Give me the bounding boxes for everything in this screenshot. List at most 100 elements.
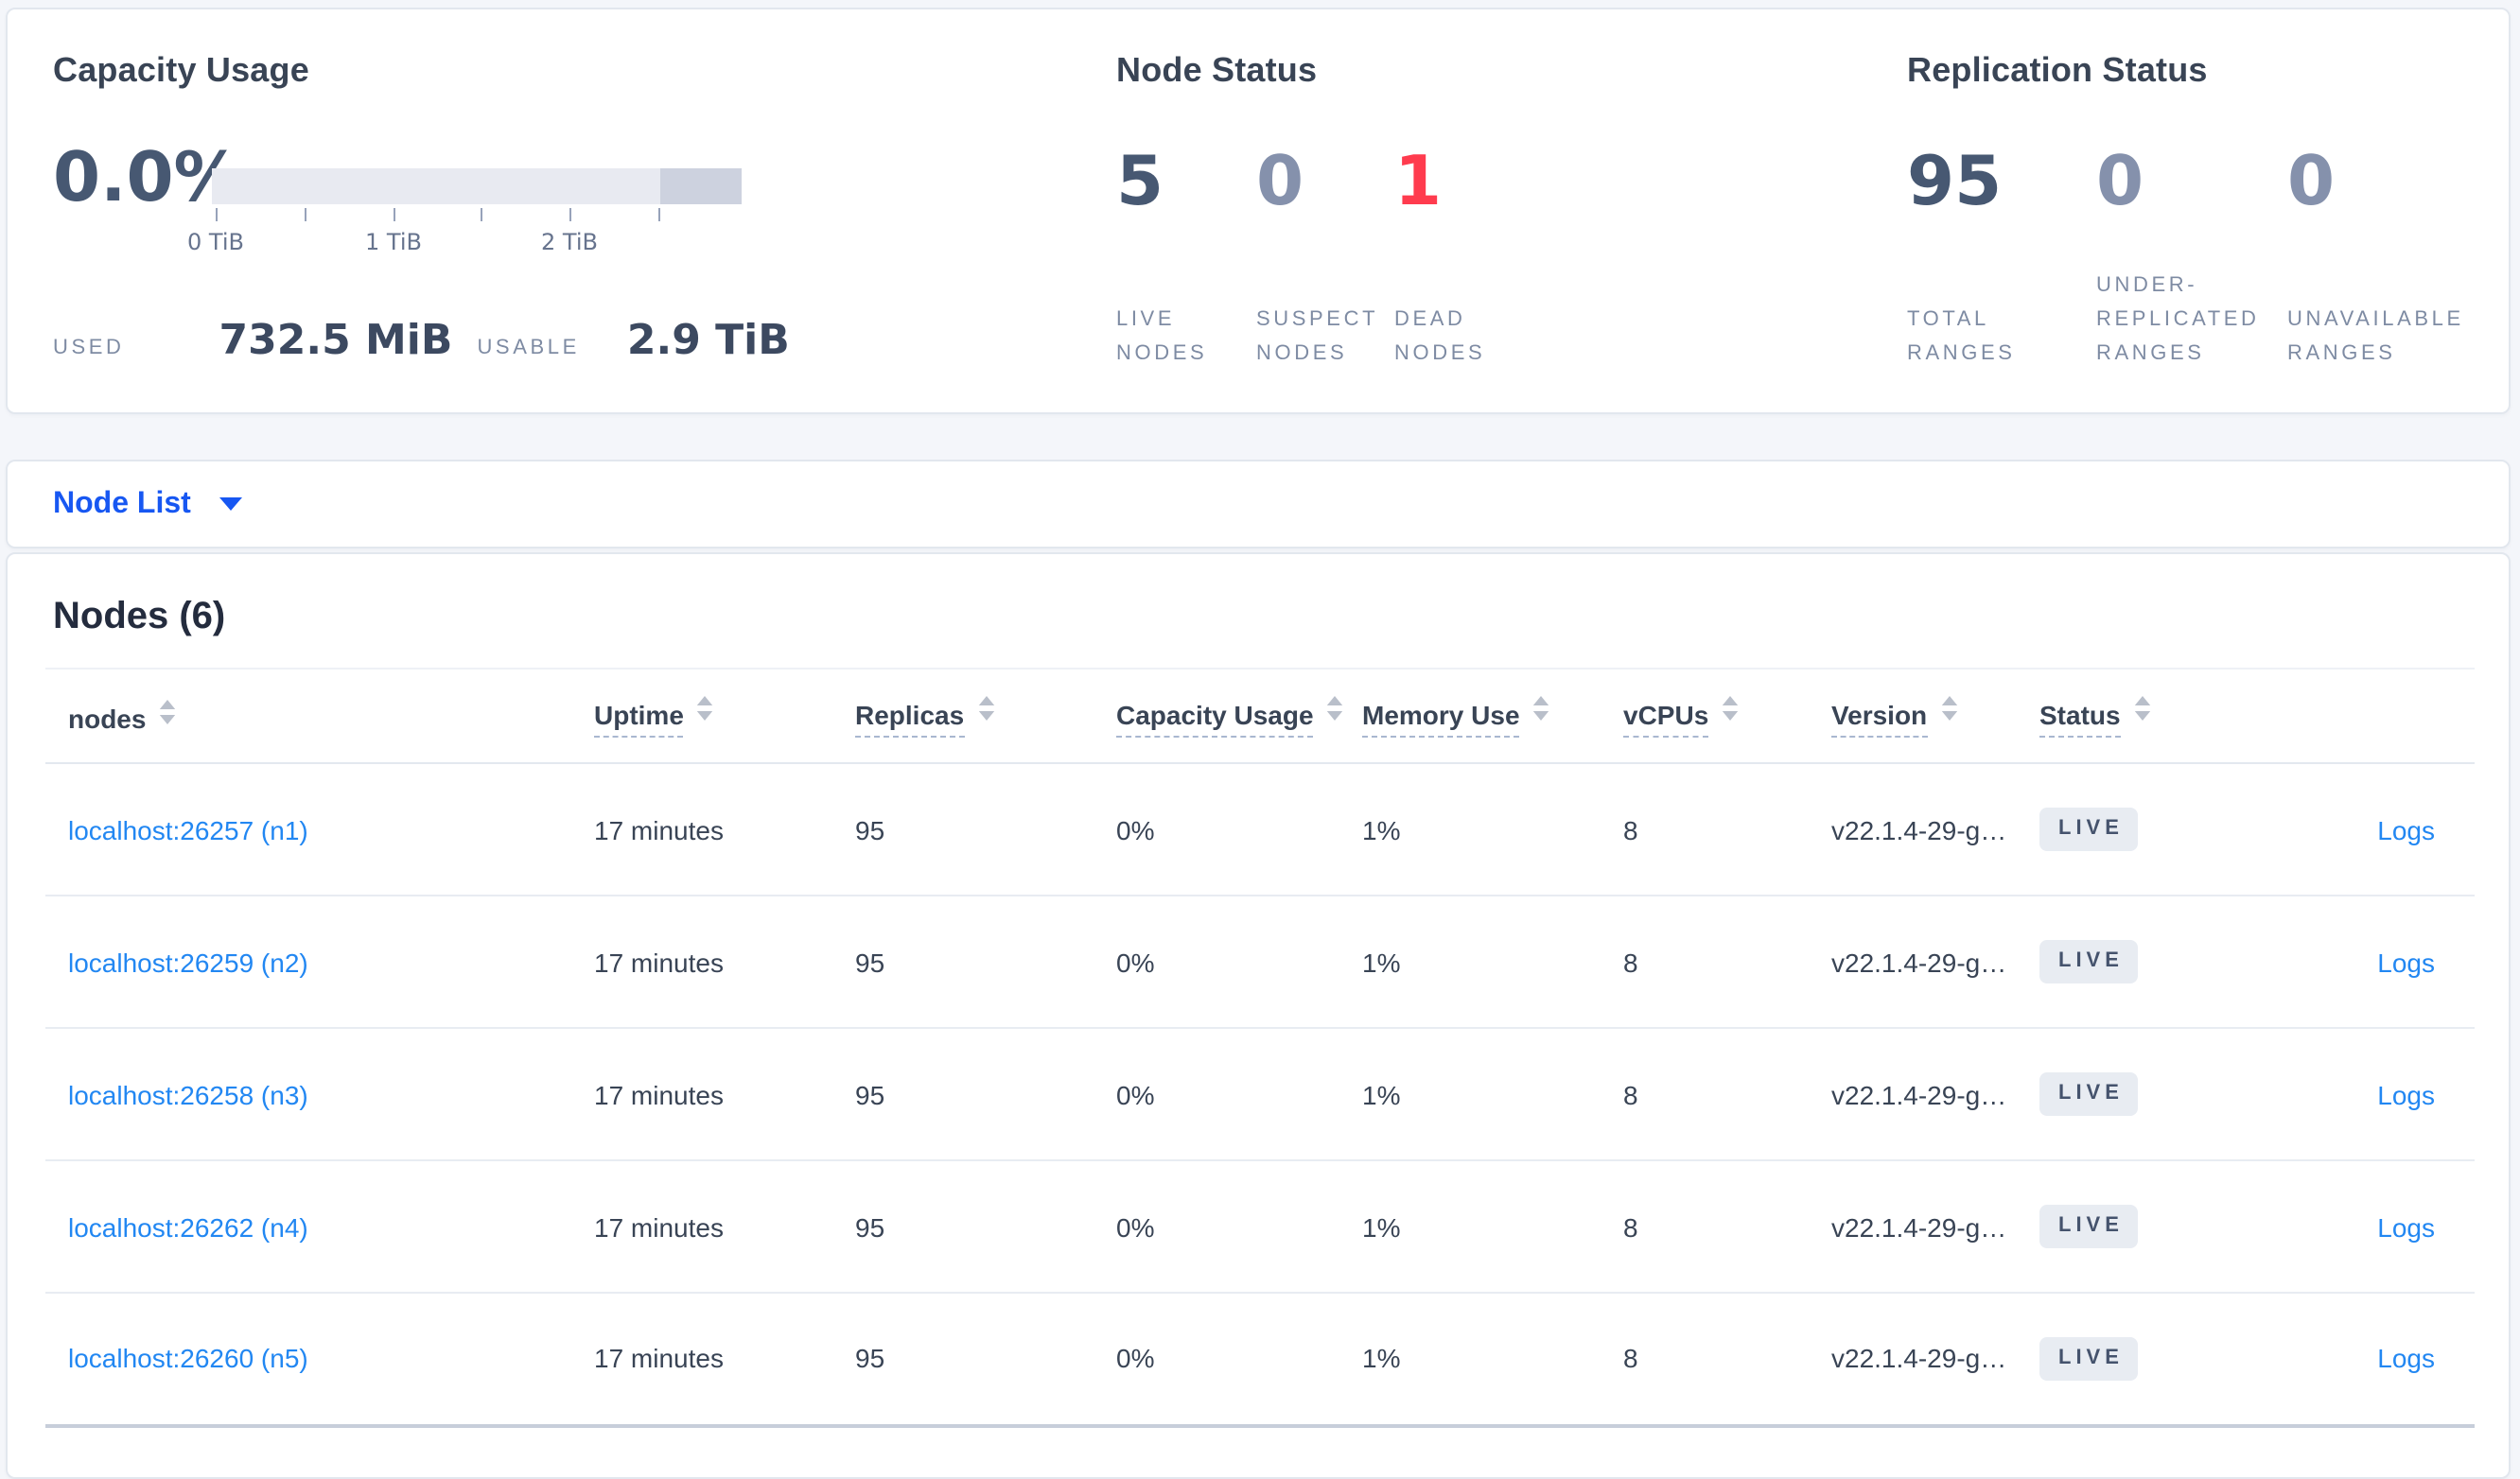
view-selector-dropdown[interactable]: Node List: [6, 460, 2511, 548]
vcpus-cell: 8: [1621, 763, 1829, 896]
node-link[interactable]: localhost:26262 (n4): [68, 1211, 308, 1242]
replicas-cell: 95: [853, 1160, 1114, 1294]
capacity-usage-cell: 0%: [1114, 896, 1360, 1029]
sort-icon: [1327, 695, 1343, 720]
summary-stat: 5 LIVE NODES: [1116, 9, 1252, 412]
memory-use-cell: 1%: [1360, 1293, 1621, 1427]
column-header-label: Status: [2039, 699, 2121, 737]
logs-link[interactable]: Logs: [2377, 947, 2435, 977]
node-link[interactable]: localhost:26260 (n5): [68, 1344, 308, 1374]
status-badge: LIVE: [2039, 1336, 2139, 1381]
chevron-down-icon: [219, 497, 242, 511]
summary-stat: 0 UNDER-REPLICATED RANGES: [2096, 9, 2285, 412]
stat-label: LIVE NODES: [1116, 308, 1208, 365]
capacity-usage-cell: 0%: [1114, 1028, 1360, 1161]
summary-stat: 95 TOTAL RANGES: [1907, 9, 2081, 412]
column-header[interactable]: Capacity Usage: [1114, 668, 1360, 764]
capacity-gauge: 0 TiB 1 TiB 2 TiB: [187, 168, 742, 263]
node-link[interactable]: localhost:26258 (n3): [68, 1079, 308, 1109]
logs-link[interactable]: Logs: [2377, 1344, 2435, 1374]
column-header-label: Replicas: [855, 699, 965, 737]
table-row: localhost:26259 (n2) 17 minutes 95 0% 1%…: [45, 896, 2475, 1029]
gauge-tick: [481, 208, 482, 221]
column-header[interactable]: Uptime: [592, 668, 853, 764]
capacity-usage-cell: 0%: [1114, 1160, 1360, 1294]
stat-value: 0: [2287, 144, 2336, 221]
cluster-overview-page: Capacity Usage 0.0% 0 TiB 1 TiB 2 TiB US…: [0, 0, 2520, 1479]
capacity-usage-section: Capacity Usage 0.0% 0 TiB 1 TiB 2 TiB US…: [53, 9, 848, 412]
column-header[interactable]: Memory Use: [1360, 668, 1621, 764]
usable-value: 2.9 TiB: [626, 318, 790, 365]
stat-value: 0: [1256, 144, 1304, 221]
capacity-usage-cell: 0%: [1114, 1293, 1360, 1427]
gauge-tick: [305, 208, 306, 221]
gauge-tick-label: 1 TiB: [365, 229, 422, 255]
memory-use-cell: 1%: [1360, 763, 1621, 896]
node-link[interactable]: localhost:26259 (n2): [68, 947, 308, 977]
sort-icon: [977, 695, 994, 720]
column-header: [2246, 668, 2475, 764]
uptime-cell: 17 minutes: [592, 1293, 853, 1427]
replication-status-section: Replication Status 95 TOTAL RANGES 0 UND…: [1907, 9, 2512, 412]
summary-stat: 1 DEAD NODES: [1394, 9, 1531, 412]
capacity-gauge-reserved-segment: [660, 168, 742, 204]
uptime-cell: 17 minutes: [592, 1160, 853, 1294]
stat-label: TOTAL RANGES: [1907, 308, 2016, 365]
memory-use-cell: 1%: [1360, 1028, 1621, 1161]
logs-link[interactable]: Logs: [2377, 1079, 2435, 1109]
table-row: localhost:26258 (n3) 17 minutes 95 0% 1%…: [45, 1028, 2475, 1161]
gauge-tick: [658, 208, 660, 221]
status-badge: LIVE: [2039, 940, 2139, 983]
stat-label: UNDER-REPLICATED RANGES: [2096, 274, 2260, 365]
vcpus-cell: 8: [1621, 896, 1829, 1029]
stat-label: SUSPECT NODES: [1256, 308, 1378, 365]
stat-label: UNAVAILABLE RANGES: [2287, 308, 2464, 365]
replicas-cell: 95: [853, 763, 1114, 896]
sort-icon: [1940, 695, 1957, 720]
status-badge: LIVE: [2039, 1072, 2139, 1116]
version-cell: v22.1.4-29-g…: [1829, 1293, 2038, 1427]
summary-panel: Capacity Usage 0.0% 0 TiB 1 TiB 2 TiB US…: [6, 8, 2511, 414]
replicas-cell: 95: [853, 1028, 1114, 1161]
column-header-label: Version: [1831, 699, 1928, 737]
column-header[interactable]: nodes: [45, 668, 592, 764]
stat-value: 5: [1116, 144, 1164, 221]
table-header-row: nodes Uptime Replicas Capacity Usage Mem…: [45, 668, 2475, 764]
gauge-tick: [569, 208, 571, 221]
version-cell: v22.1.4-29-g…: [1829, 1028, 2038, 1161]
gauge-tick-label: 0 TiB: [187, 229, 244, 255]
capacity-used-row: USED 732.5 MiB USABLE 2.9 TiB: [53, 318, 790, 365]
nodes-table: nodes Uptime Replicas Capacity Usage Mem…: [45, 668, 2475, 1427]
stat-value: 0: [2096, 144, 2144, 221]
summary-stat: 0 SUSPECT NODES: [1256, 9, 1400, 412]
stat-label: DEAD NODES: [1394, 308, 1486, 365]
status-badge: LIVE: [2039, 1205, 2139, 1248]
column-header[interactable]: Version: [1829, 668, 2038, 764]
replicas-cell: 95: [853, 896, 1114, 1029]
capacity-usage-cell: 0%: [1114, 763, 1360, 896]
vcpus-cell: 8: [1621, 1160, 1829, 1294]
usable-label: USABLE: [477, 337, 580, 359]
nodes-table-panel: Nodes (6) nodes Uptime Replicas Capacity…: [6, 552, 2511, 1479]
replication-status-stats: 95 TOTAL RANGES 0 UNDER-REPLICATED RANGE…: [1907, 9, 2512, 412]
uptime-cell: 17 minutes: [592, 763, 853, 896]
sort-icon: [1533, 695, 1549, 720]
column-header[interactable]: Status: [2038, 668, 2246, 764]
nodes-table-title: Nodes (6): [53, 596, 226, 637]
logs-link[interactable]: Logs: [2377, 1211, 2435, 1242]
logs-link[interactable]: Logs: [2377, 814, 2435, 844]
version-cell: v22.1.4-29-g…: [1829, 763, 2038, 896]
vcpus-cell: 8: [1621, 1028, 1829, 1161]
column-header-label: Memory Use: [1362, 699, 1520, 737]
table-row: localhost:26260 (n5) 17 minutes 95 0% 1%…: [45, 1293, 2475, 1427]
version-cell: v22.1.4-29-g…: [1829, 896, 2038, 1029]
version-cell: v22.1.4-29-g…: [1829, 1160, 2038, 1294]
column-header[interactable]: Replicas: [853, 668, 1114, 764]
node-link[interactable]: localhost:26257 (n1): [68, 814, 308, 844]
gauge-tick: [216, 208, 218, 221]
column-header-label: Capacity Usage: [1116, 699, 1314, 737]
gauge-tick-label: 2 TiB: [541, 229, 598, 255]
column-header[interactable]: vCPUs: [1621, 668, 1829, 764]
table-row: localhost:26257 (n1) 17 minutes 95 0% 1%…: [45, 763, 2475, 896]
sort-icon: [1723, 695, 1739, 720]
